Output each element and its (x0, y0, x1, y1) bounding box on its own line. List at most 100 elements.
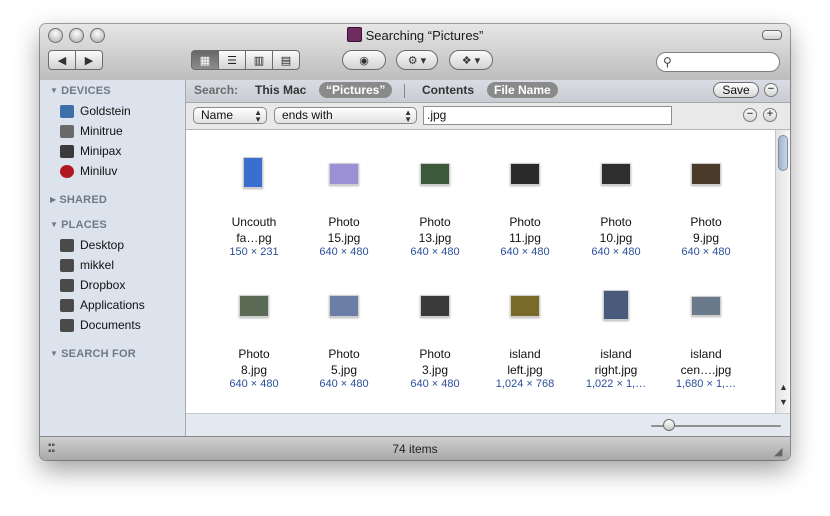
device-icon (60, 144, 74, 158)
save-search-button[interactable]: Save (713, 82, 759, 98)
scrollbar-thumb[interactable] (778, 135, 788, 171)
vertical-scrollbar[interactable]: ▲ ▼ (775, 130, 790, 413)
operator-popup[interactable]: ends with ▲ ▼ (274, 107, 417, 124)
file-item[interactable]: island left.jpg 1,024 × 768 (483, 272, 567, 400)
file-item[interactable]: Photo 10.jpg 640 × 480 (574, 140, 658, 268)
file-thumbnail (329, 163, 359, 185)
file-thumbnail (329, 295, 359, 317)
desktop-folder-icon (60, 238, 74, 252)
back-button[interactable]: ◀ (48, 50, 76, 70)
file-thumbnail (691, 163, 721, 185)
dropbox-folder-icon (60, 278, 74, 292)
file-thumbnail (420, 163, 450, 185)
file-grid: Uncouth fa…pg 150 × 231 Photo 15.jpg 640 ×… (186, 130, 775, 413)
popup-arrows-icon: ▲ ▼ (404, 108, 412, 124)
home-folder-icon (60, 258, 74, 272)
popup-arrows-icon: ▲ ▼ (254, 108, 262, 124)
sidebar-section-search-for[interactable]: ▼ SEARCH FOR (50, 348, 136, 360)
shared-computer-icon (60, 124, 74, 138)
eye-icon: ◉ (359, 54, 369, 67)
remove-criteria-button[interactable]: − (743, 108, 757, 122)
sidebar-section-devices[interactable]: ▼ DEVICES (50, 85, 111, 97)
file-thumbnail (243, 157, 263, 188)
list-view-button[interactable]: ☰ (218, 50, 246, 70)
criteria-value-input[interactable]: .jpg (423, 106, 672, 125)
search-scope-bar: Search: This Mac “Pictures” Contents Fil… (186, 80, 790, 103)
file-item[interactable]: Photo 15.jpg 640 × 480 (302, 140, 386, 268)
coverflow-view-icon: ▤ (280, 54, 292, 67)
file-thumbnail (510, 295, 540, 317)
file-item[interactable]: Photo 3.jpg 640 × 480 (393, 272, 477, 400)
scroll-down-icon[interactable]: ▼ (779, 397, 788, 407)
list-view-icon: ☰ (227, 54, 237, 67)
sidebar-item-applications[interactable]: Applications (60, 296, 184, 314)
computer-icon (60, 104, 74, 118)
file-item[interactable]: island right.jpg 1,022 × 1,… (574, 272, 658, 400)
dropbox-icon: ❖ ▾ (461, 54, 481, 67)
file-thumbnail (420, 295, 450, 317)
file-item[interactable]: Photo 9.jpg 640 × 480 (664, 140, 748, 268)
view-switcher: ▦ ☰ ▥ ▤ (191, 50, 300, 70)
icon-view-button[interactable]: ▦ (191, 50, 219, 70)
icon-size-slider-knob[interactable] (663, 419, 675, 431)
red-disk-icon (60, 164, 74, 178)
window-title-text: Searching “Pictures” (365, 28, 484, 43)
file-item[interactable]: Photo 5.jpg 640 × 480 (302, 272, 386, 400)
forward-button[interactable]: ▶ (75, 50, 103, 70)
applications-folder-icon (60, 298, 74, 312)
file-thumbnail (691, 296, 721, 316)
file-thumbnail (239, 295, 269, 317)
sidebar-section-places[interactable]: ▼ PLACES (50, 219, 107, 231)
gear-icon: ⚙ ▾ (407, 54, 427, 67)
search-icon: ⚲ (663, 55, 672, 69)
scope-contents[interactable]: Contents (422, 83, 474, 97)
dropbox-menu-button[interactable]: ❖ ▾ (449, 50, 493, 70)
sidebar-item-desktop[interactable]: Desktop (60, 236, 184, 254)
scope-divider (404, 84, 405, 98)
column-view-button[interactable]: ▥ (245, 50, 273, 70)
scope-file-name[interactable]: File Name (487, 82, 558, 98)
search-field[interactable]: ⚲ (656, 52, 780, 72)
title-toolbar: Searching “Pictures” ◀ ▶ ▦ ☰ ▥ ▤ ◉ ⚙ ▾ ❖… (40, 24, 790, 81)
disclosure-open-icon: ▼ (50, 220, 59, 229)
file-thumbnail (510, 163, 540, 185)
item-count: 74 items (392, 442, 438, 456)
sidebar-item-miniluv[interactable]: Miniluv (60, 162, 184, 180)
file-item[interactable]: Photo 11.jpg 640 × 480 (483, 140, 567, 268)
sidebar-item-mikkel[interactable]: mikkel (60, 256, 184, 274)
file-thumbnail (601, 163, 631, 185)
sidebar-item-documents[interactable]: Documents (60, 316, 184, 334)
disclosure-closed-icon: ▶ (50, 195, 57, 204)
scope-pictures[interactable]: “Pictures” (319, 82, 393, 98)
action-menu-button[interactable]: ⚙ ▾ (396, 50, 438, 70)
coverflow-view-button[interactable]: ▤ (272, 50, 300, 70)
search-label: Search: (194, 83, 239, 97)
toolbar-toggle-button[interactable] (762, 30, 782, 40)
status-bar: ▪▪ ▪▪ 74 items ◢ (40, 436, 790, 460)
scope-this-mac[interactable]: This Mac (255, 83, 306, 97)
add-criteria-button[interactable]: + (763, 108, 777, 122)
disclosure-open-icon: ▼ (50, 86, 59, 95)
sidebar-item-dropbox[interactable]: Dropbox (60, 276, 184, 294)
sidebar: ▼ DEVICES Goldstein Minitrue Minipax Mini… (40, 80, 186, 436)
file-thumbnail (603, 290, 629, 320)
finder-window: Searching “Pictures” ◀ ▶ ▦ ☰ ▥ ▤ ◉ ⚙ ▾ ❖… (40, 24, 790, 460)
quicklook-button[interactable]: ◉ (342, 50, 386, 70)
smart-folder-icon (346, 27, 362, 42)
file-item[interactable]: Photo 13.jpg 640 × 480 (393, 140, 477, 268)
attribute-popup[interactable]: Name ▲ ▼ (193, 107, 267, 124)
sidebar-item-minipax[interactable]: Minipax (60, 142, 184, 160)
scroll-up-icon[interactable]: ▲ (779, 382, 788, 392)
remove-search-button[interactable]: − (764, 83, 778, 97)
file-item[interactable]: Photo 8.jpg 640 × 480 (212, 272, 296, 400)
icon-size-bar (186, 413, 790, 436)
documents-folder-icon (60, 318, 74, 332)
sidebar-section-shared[interactable]: ▶ SHARED (50, 194, 107, 206)
file-item[interactable]: island cen….jpg 1,680 × 1,… (664, 272, 748, 400)
window-title: Searching “Pictures” (40, 27, 790, 43)
file-item[interactable]: Uncouth fa…pg 150 × 231 (212, 140, 296, 268)
resize-grip-icon[interactable]: ◢ (774, 445, 786, 458)
sidebar-item-minitrue[interactable]: Minitrue (60, 122, 184, 140)
disclosure-open-icon: ▼ (50, 349, 59, 358)
sidebar-item-goldstein[interactable]: Goldstein (60, 102, 184, 120)
